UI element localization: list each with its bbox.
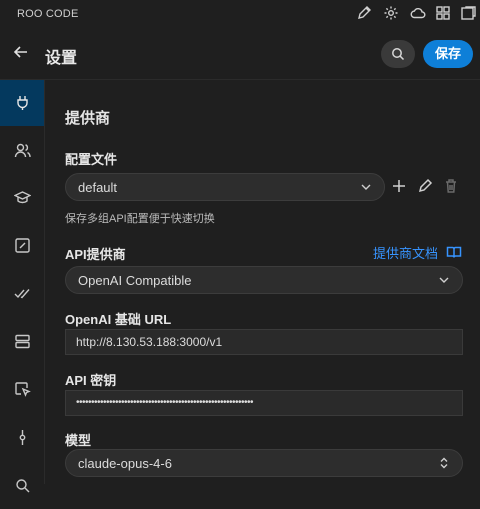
profile-value: default [78, 180, 118, 195]
provider-value: OpenAI Compatible [78, 273, 192, 288]
cloud-icon[interactable] [410, 5, 428, 23]
provider-docs-link[interactable]: 提供商文档 [373, 243, 438, 262]
pointer-icon [15, 382, 31, 397]
sidebar-item-search[interactable] [0, 463, 44, 509]
base-url-input[interactable] [65, 329, 463, 355]
title-bar: ROO CODE [0, 0, 480, 28]
back-arrow-icon[interactable] [12, 43, 32, 63]
save-button[interactable]: 保存 [423, 40, 473, 68]
section-title: 提供商 [65, 110, 111, 127]
gear-icon[interactable] [383, 5, 401, 23]
sidebar-item-auto-approve[interactable] [0, 271, 44, 317]
provider-select[interactable]: OpenAI Compatible [65, 266, 463, 294]
sidebar-item-editing[interactable] [0, 223, 44, 269]
model-label: 模型 [65, 433, 92, 448]
api-key-input[interactable]: ••••••••••••••••••••••••••••••••••••••••… [65, 390, 463, 416]
edit-square-icon [15, 238, 30, 253]
chevron-down-icon [438, 274, 450, 286]
delete-profile-icon[interactable] [443, 178, 461, 196]
model-select[interactable]: claude-opus-4-6 [65, 449, 463, 477]
plug-icon [17, 96, 28, 110]
provider-label: API提供商 [65, 247, 126, 262]
api-key-label: API 密钥 [65, 373, 117, 388]
settings-content: 提供商 配置文件 default 保存多组API配置便于快速切换 API提供商 … [45, 80, 480, 484]
book-icon[interactable] [446, 244, 464, 262]
check-all-icon [14, 289, 30, 299]
server-icon [15, 334, 30, 349]
users-icon [14, 143, 31, 158]
extensions-icon[interactable] [435, 5, 453, 23]
search-icon [16, 479, 30, 493]
sidebar-item-providers[interactable] [0, 80, 44, 126]
external-window-icon[interactable] [460, 5, 478, 23]
sidebar-item-browser[interactable] [0, 367, 44, 413]
search-icon [392, 48, 405, 61]
graduation-cap-icon [14, 191, 31, 204]
sidebar-item-server[interactable] [0, 319, 44, 365]
add-profile-icon[interactable] [391, 178, 409, 196]
edit-icon[interactable] [356, 5, 374, 23]
edit-profile-icon[interactable] [417, 178, 435, 196]
page-title: 设置 [45, 50, 78, 67]
search-button[interactable] [381, 40, 415, 68]
sidebar-item-modes[interactable] [0, 128, 44, 174]
profile-select[interactable]: default [65, 173, 385, 201]
git-commit-icon [19, 430, 26, 445]
chevron-down-icon [360, 181, 372, 193]
profile-label: 配置文件 [65, 152, 118, 167]
model-value: claude-opus-4-6 [78, 456, 172, 471]
chevron-up-down-icon [438, 457, 450, 469]
profile-help-text: 保存多组API配置便于快速切换 [65, 213, 215, 225]
app-title: ROO CODE [17, 8, 79, 20]
base-url-label: OpenAI 基础 URL [65, 312, 172, 327]
sidebar-item-checkpoints[interactable] [0, 415, 44, 461]
settings-sidebar [0, 80, 45, 493]
sidebar-item-learning[interactable] [0, 175, 44, 221]
settings-header: 设置 保存 [0, 28, 480, 80]
